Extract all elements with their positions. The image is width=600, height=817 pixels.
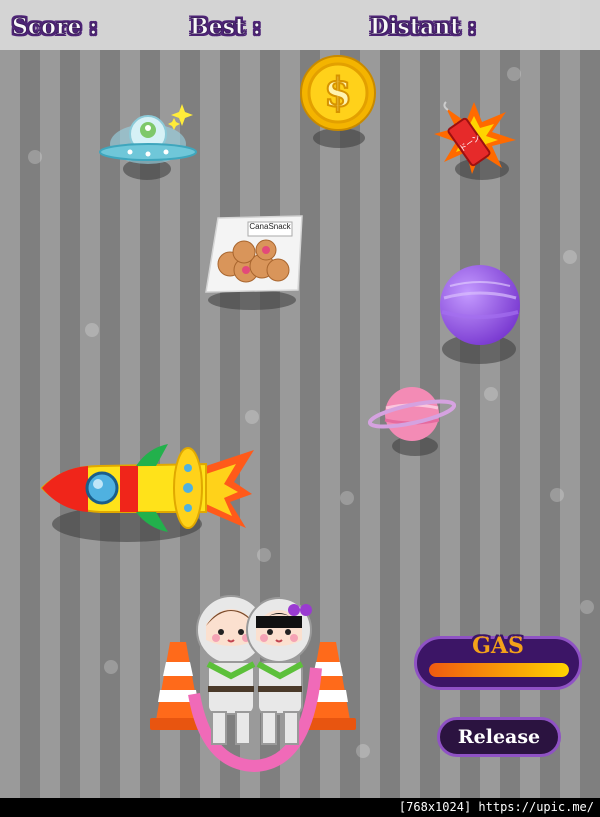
coin-icon: $ <box>300 55 376 131</box>
snack-bag-label: CanaSnack <box>249 222 291 231</box>
ringed-planet-icon <box>368 387 456 441</box>
background-bubble <box>28 150 42 164</box>
game-stage[interactable]: Score : Best : Distant : $ ドーン CanaSnack… <box>0 0 600 817</box>
rocket-icon <box>40 444 254 532</box>
background-bubble <box>563 250 577 264</box>
astronaut-player-icon[interactable] <box>176 594 326 774</box>
score-label: Score : <box>11 14 98 41</box>
gas-fill <box>429 663 569 677</box>
background-bubble <box>104 660 118 674</box>
best-label: Best : <box>190 14 262 41</box>
hud-bar: Score : Best : Distant : <box>0 0 600 50</box>
gas-track <box>429 663 569 677</box>
background-bubble <box>257 548 271 562</box>
svg-text:$: $ <box>324 69 352 116</box>
background-bubble <box>484 387 498 401</box>
background-bubble <box>340 491 354 505</box>
background-bubble <box>245 410 259 424</box>
background-bubble <box>580 600 594 614</box>
distance-label: Distant : <box>369 14 477 41</box>
gas-label: GAS <box>472 633 524 659</box>
release-button[interactable]: Release <box>437 717 561 757</box>
gas-meter: GAS <box>414 633 582 690</box>
background-bubble <box>356 744 370 758</box>
watermark-text: [768x1024] https://upic.me/ <box>398 800 594 814</box>
background-bubble <box>507 67 521 81</box>
background-bubble <box>550 488 564 502</box>
ufo-icon <box>99 104 197 164</box>
background-bubble <box>85 323 99 337</box>
purple-planet-icon <box>440 265 520 345</box>
firecracker-icon: ドーン <box>434 101 516 174</box>
